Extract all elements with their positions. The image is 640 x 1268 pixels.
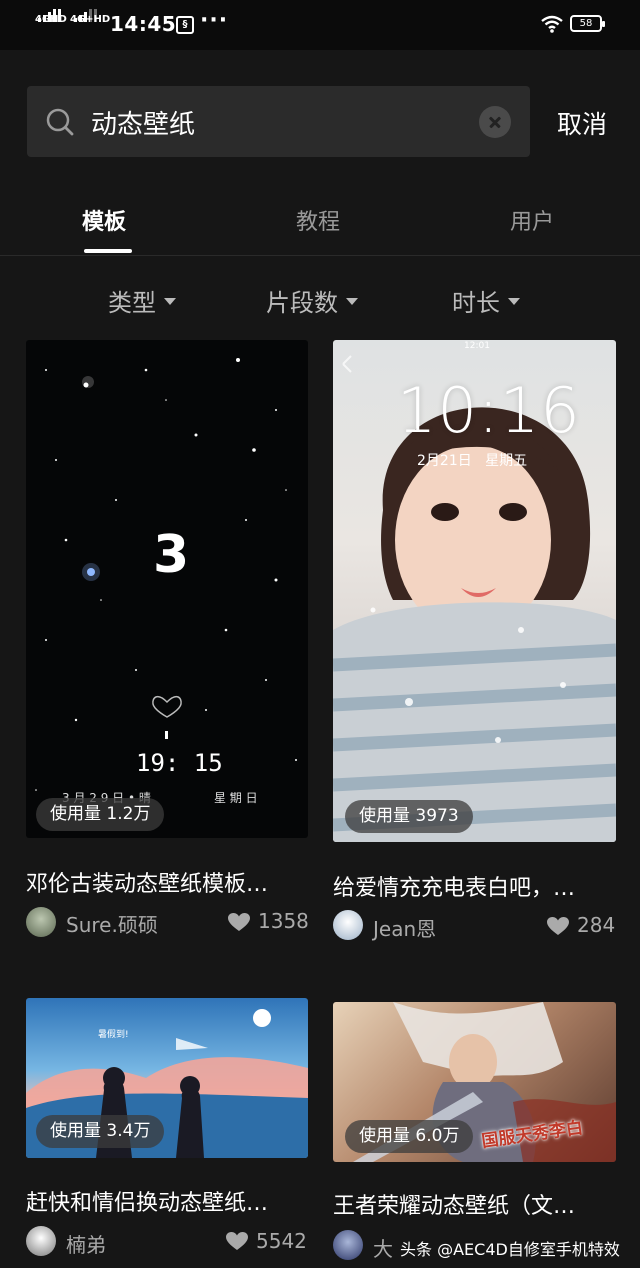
thumbnail-caption: 暑假到! <box>98 1030 129 1040</box>
heart-icon[interactable] <box>547 917 569 936</box>
tab-templates[interactable]: 模板 <box>82 204 126 236</box>
more-notifications-icon: ··· <box>200 8 229 33</box>
overlay-weekday: 星 期 日 <box>214 791 258 805</box>
usage-badge: 使用量 1.2万 <box>36 798 165 831</box>
author-name[interactable]: Jean恩 <box>373 913 436 942</box>
filter-segments[interactable]: 片段数 <box>266 283 358 318</box>
like-count: 284 <box>577 913 616 937</box>
like-count: 1358 <box>258 909 309 933</box>
status-bar: 4GHD 4G+HD 14:45 § ··· 58 <box>0 0 640 50</box>
status-time: 14:45 <box>110 12 177 36</box>
lockscreen-clock: 10:16 <box>397 374 581 447</box>
filter-type[interactable]: 类型 <box>108 283 176 318</box>
wifi-icon <box>541 15 563 33</box>
caret-down-icon <box>164 297 176 305</box>
tab-divider <box>0 255 640 256</box>
template-title[interactable]: 王者荣耀动态壁纸（文… <box>333 1188 575 1220</box>
watermark: 头条 @AEC4D自修室手机特效 <box>400 1240 620 1259</box>
template-title[interactable]: 给爱情充充电表白吧，… <box>333 870 575 902</box>
usage-badge: 使用量 6.0万 <box>345 1120 474 1153</box>
filter-type-label: 类型 <box>108 289 156 317</box>
filter-duration-label: 时长 <box>452 289 500 317</box>
author-name[interactable]: 大 <box>373 1233 393 1262</box>
heart-icon[interactable] <box>228 913 250 932</box>
usage-badge: 使用量 3973 <box>345 800 473 833</box>
active-tab-indicator <box>84 249 132 253</box>
phone-status-time: 12:01 <box>464 341 490 351</box>
avatar[interactable] <box>26 1226 56 1256</box>
usage-badge: 使用量 3.4万 <box>36 1115 165 1148</box>
filter-duration[interactable]: 时长 <box>452 283 520 318</box>
search-icon <box>46 108 74 136</box>
template-thumbnail[interactable]: 12:01 10:16 2月21日 星期五 使用量 3973 <box>333 340 616 842</box>
overlay-time: 19: 15 <box>136 749 223 777</box>
template-title[interactable]: 邓伦古装动态壁纸模板… <box>26 866 268 898</box>
avatar[interactable] <box>333 910 363 940</box>
avatar[interactable] <box>26 907 56 937</box>
like-count: 5542 <box>256 1229 307 1253</box>
countdown-number: 3 <box>153 525 190 585</box>
template-thumbnail[interactable]: 暑假到! 使用量 3.4万 <box>26 998 308 1158</box>
template-thumbnail[interactable]: 国服天秀李白 使用量 6.0万 <box>333 1002 616 1162</box>
tab-users[interactable]: 用户 <box>510 204 554 236</box>
filter-segments-label: 片段数 <box>266 289 338 317</box>
caret-down-icon <box>508 297 520 305</box>
cancel-button[interactable]: 取消 <box>557 105 607 141</box>
avatar[interactable] <box>333 1230 363 1260</box>
template-thumbnail[interactable]: 3 19: 15 3 月 2 9 日 • 晴 星 期 日 使用量 1.2万 <box>26 340 308 838</box>
author-name[interactable]: 楠弟 <box>66 1229 106 1258</box>
battery-icon: 58 <box>570 15 605 32</box>
heart-icon[interactable] <box>226 1232 248 1251</box>
author-name[interactable]: Sure.硕硕 <box>66 909 158 938</box>
clear-search-icon[interactable] <box>479 106 511 138</box>
tiktok-notification-icon: § <box>176 16 194 34</box>
tab-tutorials[interactable]: 教程 <box>296 204 340 236</box>
search-input[interactable]: 动态壁纸 <box>91 104 195 141</box>
template-title[interactable]: 赶快和情侣换动态壁纸… <box>26 1185 268 1217</box>
search-box[interactable]: 动态壁纸 <box>27 86 530 157</box>
caret-down-icon <box>346 297 358 305</box>
lockscreen-date: 2月21日 星期五 <box>417 453 528 469</box>
